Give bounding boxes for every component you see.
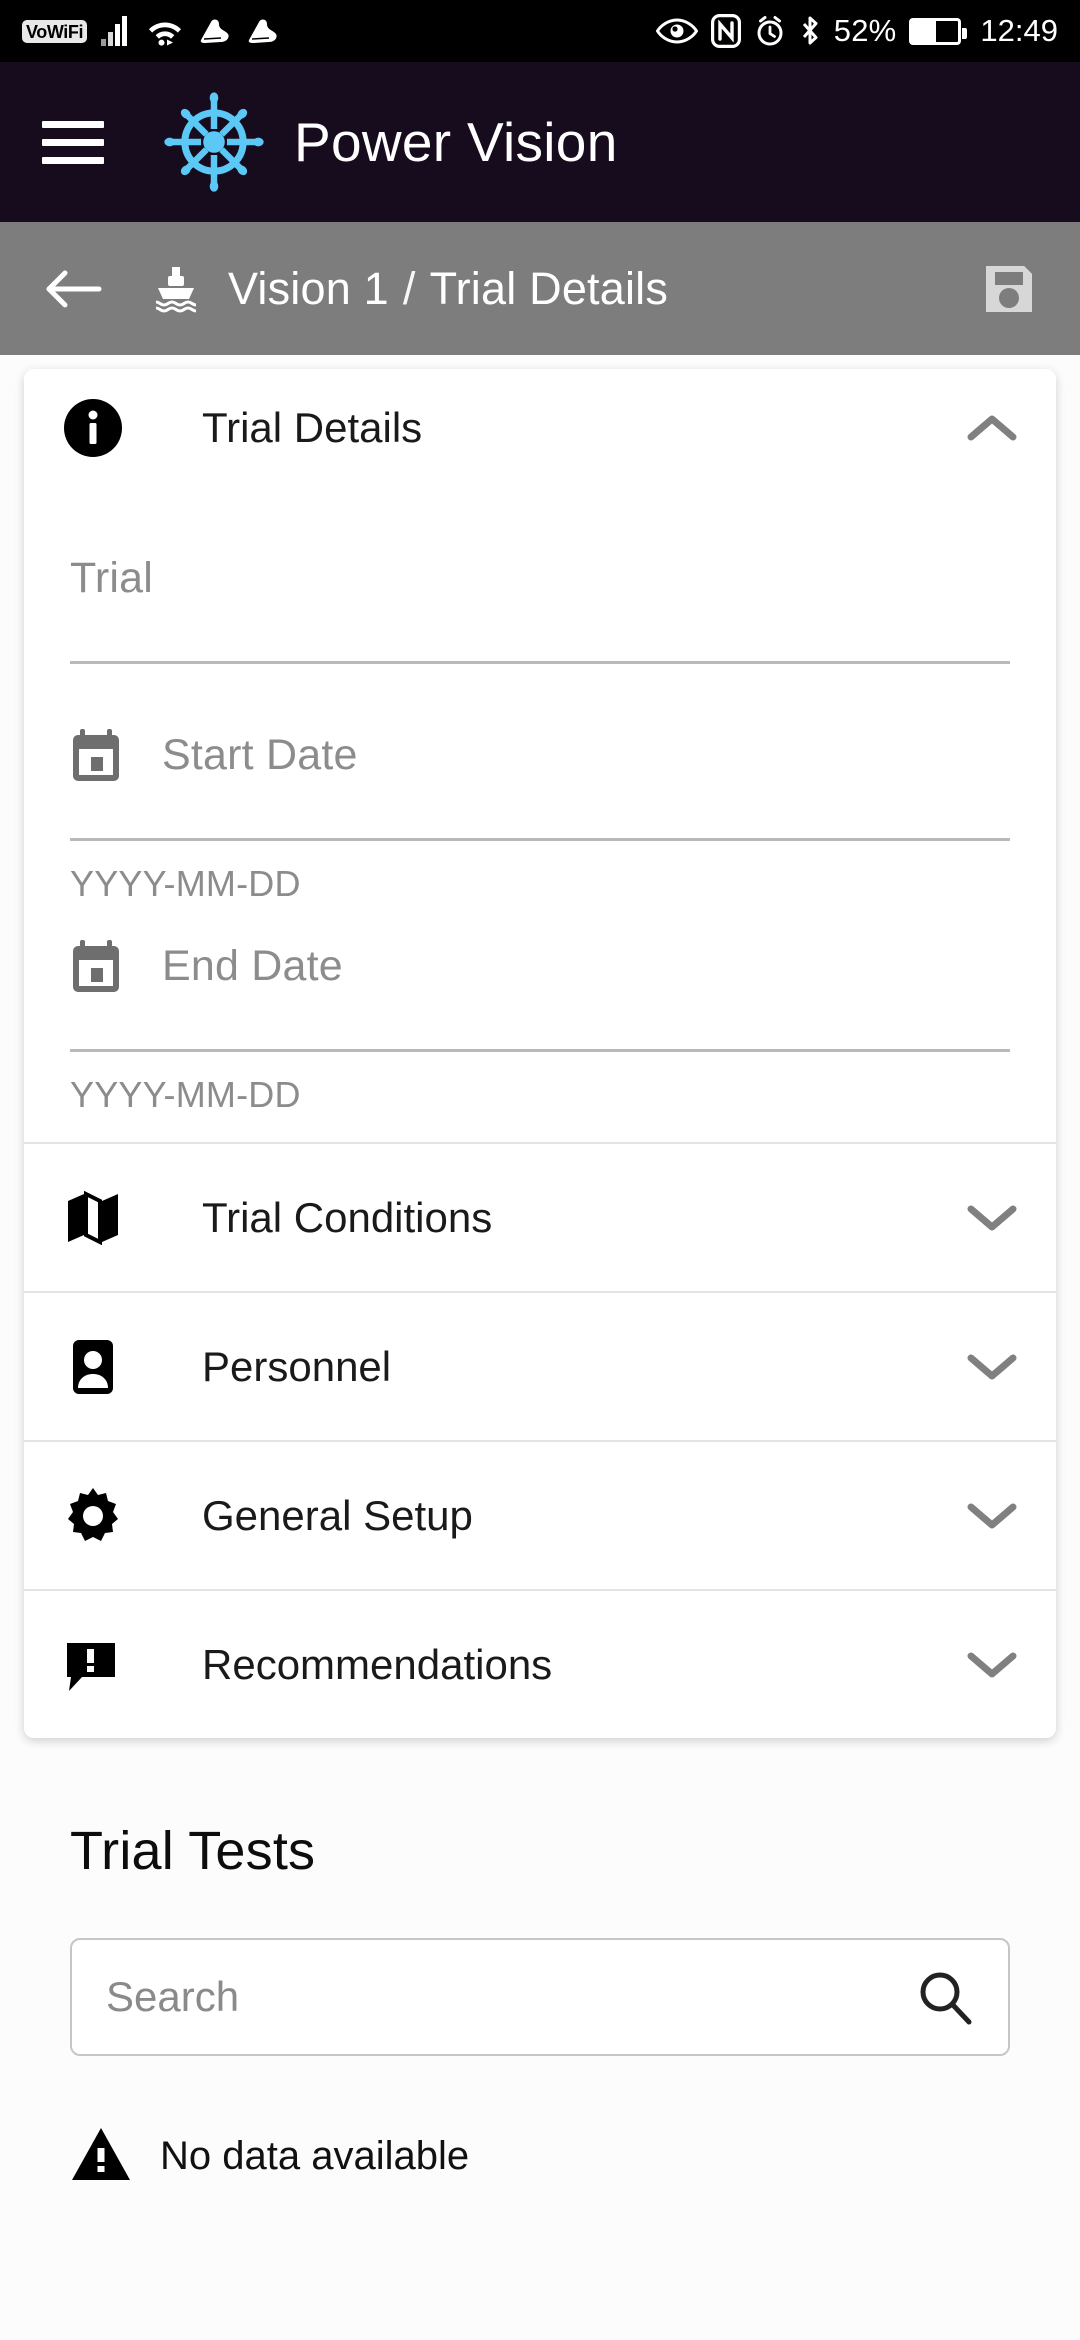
- chevron-down-icon[interactable]: [966, 1649, 1018, 1681]
- breadcrumb-bar: Vision 1 /Trial Details: [0, 222, 1080, 355]
- contact-icon: [62, 1336, 138, 1398]
- search-placeholder: Search: [106, 1973, 240, 2020]
- section-label: Recommendations: [202, 1640, 553, 1688]
- end-date-input[interactable]: End Date: [162, 942, 343, 991]
- step-counter-icon: [245, 16, 279, 46]
- ship-icon: [148, 261, 204, 317]
- wifi-icon: [147, 16, 183, 46]
- ship-wheel-logo: [160, 88, 268, 196]
- vowifi-badge: VoWiFi: [22, 19, 88, 43]
- hamburger-menu-icon[interactable]: [42, 120, 104, 164]
- status-bar: VoWiFi 52% 12:49: [0, 0, 1080, 62]
- empty-state: No data available: [0, 2126, 1080, 2187]
- section-label: General Setup: [202, 1491, 473, 1539]
- section-trial-conditions[interactable]: Trial Conditions: [24, 1144, 1056, 1291]
- section-recommendations[interactable]: Recommendations: [24, 1591, 1056, 1738]
- gear-icon: [62, 1485, 138, 1547]
- chevron-down-icon[interactable]: [966, 1202, 1018, 1234]
- status-bar-right: 52% 12:49: [655, 13, 1058, 49]
- search-icon[interactable]: [916, 1968, 974, 2026]
- map-icon: [62, 1187, 138, 1249]
- start-date-input[interactable]: Start Date: [162, 731, 358, 780]
- save-floppy-icon[interactable]: [978, 258, 1040, 320]
- empty-state-text: No data available: [160, 2134, 470, 2178]
- breadcrumb-vessel[interactable]: Vision 1: [228, 263, 389, 314]
- breadcrumb-page: Trial Details: [429, 262, 669, 314]
- start-date-hint: YYYY-MM-DD: [70, 863, 301, 904]
- section-label: Personnel: [202, 1342, 392, 1390]
- trial-details-form: Trial Start Date YYYY-MM-DD End Date YYY…: [24, 487, 1056, 1142]
- calendar-icon: [70, 938, 136, 994]
- section-personnel[interactable]: Personnel: [24, 1293, 1056, 1440]
- warning-triangle-icon: [70, 2126, 132, 2187]
- breadcrumb-separator: /: [402, 262, 416, 314]
- trial-details-card: Trial Details Trial Start Date YYYY-MM-D…: [24, 369, 1056, 1738]
- cellular-signal-icon: [101, 16, 133, 46]
- back-arrow-icon[interactable]: [40, 256, 106, 322]
- alarm-icon: [754, 15, 786, 47]
- eye-comfort-icon: [655, 17, 698, 45]
- clock-label: 12:49: [980, 13, 1058, 48]
- chevron-down-icon[interactable]: [966, 1351, 1018, 1383]
- status-bar-left: VoWiFi: [22, 16, 279, 46]
- breadcrumb: Vision 1 /Trial Details: [228, 263, 668, 315]
- section-label: Trial Conditions: [202, 1193, 493, 1241]
- field-trial[interactable]: Trial: [70, 487, 1010, 664]
- trial-tests-title: Trial Tests: [70, 1821, 316, 1881]
- app-title: Power Vision: [294, 111, 618, 173]
- field-start-date[interactable]: Start Date YYYY-MM-DD: [70, 664, 1010, 905]
- section-general-setup[interactable]: General Setup: [24, 1442, 1056, 1589]
- chevron-up-icon[interactable]: [966, 412, 1018, 444]
- step-counter-icon: [197, 16, 231, 46]
- app-root: VoWiFi 52% 12:49 Power Vision Vision 1 /…: [0, 0, 1080, 2340]
- info-icon: [62, 397, 138, 459]
- comment-alert-icon: [62, 1634, 138, 1696]
- battery-percent-label: 52%: [833, 13, 897, 48]
- end-date-hint: YYYY-MM-DD: [70, 1074, 301, 1115]
- app-bar: Power Vision: [0, 62, 1080, 222]
- trial-tests-section: Trial Tests Search: [0, 1738, 1080, 2056]
- trial-input[interactable]: Trial: [70, 554, 153, 603]
- calendar-icon: [70, 727, 136, 783]
- trial-details-title: Trial Details: [202, 404, 423, 451]
- field-end-date[interactable]: End Date YYYY-MM-DD: [70, 905, 1010, 1116]
- chevron-down-icon[interactable]: [966, 1500, 1018, 1532]
- battery-icon: [909, 17, 968, 45]
- trial-details-header[interactable]: Trial Details: [24, 369, 1056, 487]
- nfc-icon: [710, 14, 741, 48]
- search-input[interactable]: Search: [70, 1938, 1010, 2056]
- bluetooth-icon: [799, 15, 821, 47]
